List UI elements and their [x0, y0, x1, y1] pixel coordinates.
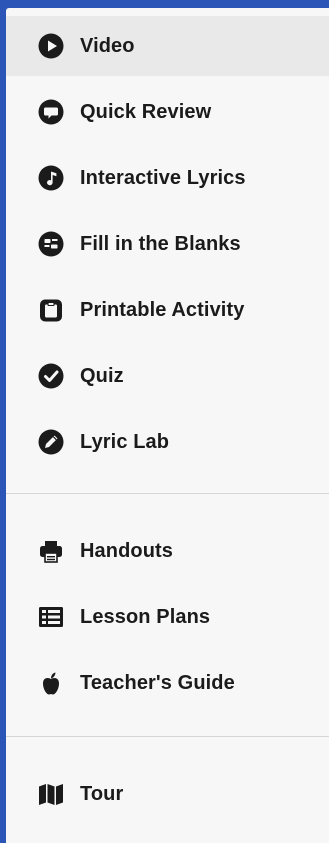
menu-item-teachers-guide[interactable]: Teacher's Guide: [6, 653, 329, 713]
menu-item-tour[interactable]: Tour: [6, 764, 329, 824]
fill-blanks-icon: [38, 231, 64, 257]
menu-item-label: Quiz: [80, 364, 124, 387]
menu-item-printable-activity[interactable]: Printable Activity: [6, 280, 329, 340]
menu-item-label: Fill in the Blanks: [80, 232, 241, 255]
check-circle-icon: [38, 363, 64, 389]
menu-item-quick-review[interactable]: Quick Review: [6, 82, 329, 142]
printer-icon: [38, 538, 64, 564]
list-icon: [38, 604, 64, 630]
menu-item-label: Video: [80, 34, 135, 57]
menu-item-label: Tour: [80, 782, 124, 805]
menu-item-video[interactable]: Video: [6, 16, 329, 76]
section-divider: [6, 736, 329, 737]
menu-item-label: Handouts: [80, 539, 174, 562]
clipboard-icon: [38, 297, 64, 323]
menu-item-handouts[interactable]: Handouts: [6, 521, 329, 581]
menu-item-label: Interactive Lyrics: [80, 166, 246, 189]
apple-icon: [38, 670, 64, 696]
music-note-circle-icon: [38, 165, 64, 191]
pencil-circle-icon: [38, 429, 64, 455]
menu-item-label: Printable Activity: [80, 298, 245, 321]
menu-item-label: Lesson Plans: [80, 605, 211, 628]
speech-bubble-icon: [38, 99, 64, 125]
section-divider: [6, 493, 329, 494]
menu-item-fill-in-the-blanks[interactable]: Fill in the Blanks: [6, 214, 329, 274]
sidebar-menu: Video Quick Review Interactive Lyrics Fi…: [6, 8, 329, 843]
menu-item-label: Quick Review: [80, 100, 212, 123]
menu-item-lyric-lab[interactable]: Lyric Lab: [6, 412, 329, 472]
menu-item-label: Teacher's Guide: [80, 671, 235, 694]
menu-item-label: Lyric Lab: [80, 430, 170, 453]
menu-item-lesson-plans[interactable]: Lesson Plans: [6, 587, 329, 647]
play-circle-icon: [38, 33, 64, 59]
menu-item-interactive-lyrics[interactable]: Interactive Lyrics: [6, 148, 329, 208]
map-icon: [38, 781, 64, 807]
menu-item-quiz[interactable]: Quiz: [6, 346, 329, 406]
